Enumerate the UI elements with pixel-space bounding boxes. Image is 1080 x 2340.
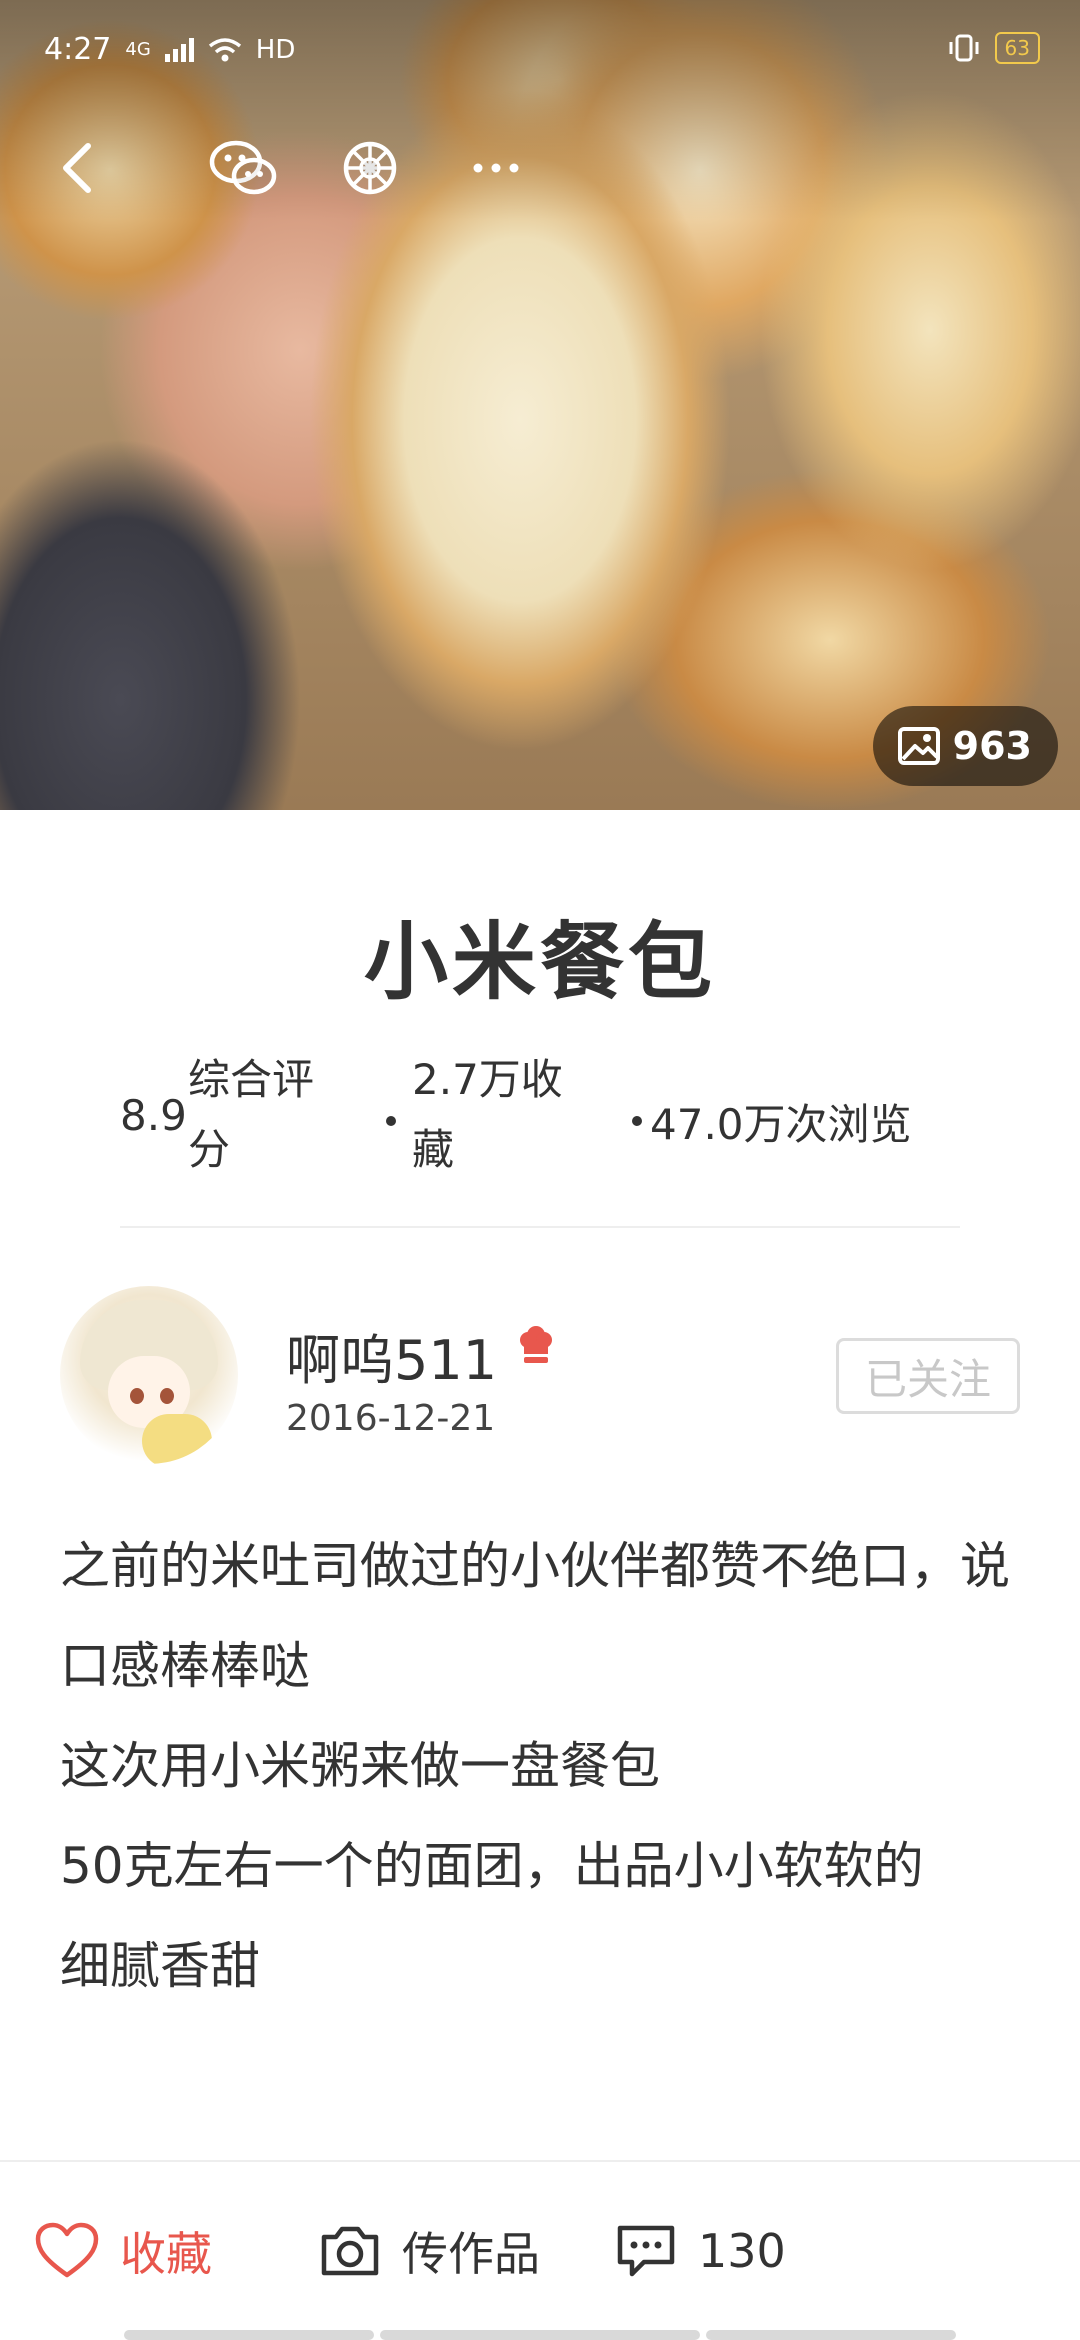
recipe-cover-photo[interactable]: 4:27 4G HD 63 963	[0, 0, 1080, 810]
more-options-button[interactable]	[448, 120, 544, 216]
hd-label: HD	[255, 34, 296, 65]
more-horizontal-icon	[473, 163, 519, 173]
section-divider	[120, 1226, 960, 1228]
wechat-icon	[209, 140, 277, 195]
photo-count-value: 963	[952, 724, 1032, 768]
photo-count-badge[interactable]: 963	[872, 706, 1058, 786]
rating-score: 8.9	[120, 1091, 187, 1140]
description-line: 这次用小米粥来做一盘餐包	[60, 1737, 660, 1795]
favorites-count: 2.7万收藏	[412, 1055, 563, 1174]
upload-work-button[interactable]: 传作品	[318, 2216, 540, 2286]
bottom-action-bar: 收藏 传作品 130	[0, 2160, 1080, 2340]
comment-count: 130	[698, 2224, 786, 2278]
author-avatar[interactable]	[60, 1286, 238, 1464]
share-wechat-button[interactable]	[195, 120, 291, 216]
favorite-button[interactable]: 收藏	[34, 2216, 212, 2286]
network-label: 4G	[125, 39, 151, 60]
stat-separator-dot	[632, 1116, 642, 1126]
description-line: 50克左右一个的面团，出品小小软软的	[60, 1837, 924, 1895]
moments-icon	[343, 141, 397, 195]
rating-label: 综合评分	[188, 1055, 315, 1174]
stat-separator-dot	[386, 1116, 396, 1126]
recipe-description: 之前的米吐司做过的小伙伴都赞不绝口，说口感棒棒哒 这次用小米粥来做一盘餐包 50…	[60, 1516, 1030, 2166]
image-icon	[897, 727, 940, 765]
top-navigation	[0, 120, 1080, 216]
status-time: 4:27	[44, 32, 112, 67]
follow-button[interactable]: 已关注	[836, 1338, 1020, 1414]
signal-icon	[164, 37, 194, 62]
share-moments-button[interactable]	[322, 120, 418, 216]
chevron-left-icon	[63, 143, 91, 193]
views-count: 47.0万次浏览	[650, 1100, 912, 1149]
wifi-icon	[208, 37, 241, 61]
recipe-title: 小米餐包	[363, 913, 716, 1011]
publish-date: 2016-12-21	[286, 1398, 496, 1439]
comment-icon	[617, 2225, 675, 2277]
description-line: 之前的米吐司做过的小伙伴都赞不绝口，说口感棒棒哒	[60, 1537, 1010, 1695]
battery-icon: 63	[994, 32, 1040, 64]
description-line: 细腻香甜	[60, 1937, 260, 1995]
upload-work-label: 传作品	[402, 2227, 540, 2281]
heart-icon	[35, 2222, 99, 2278]
home-indicator	[0, 2330, 1080, 2340]
comments-button[interactable]: 130	[614, 2216, 786, 2286]
recipe-stats: 8.9 综合评分 2.7万收藏 47.0万次浏览	[120, 1045, 960, 1185]
vibrate-icon	[949, 34, 979, 62]
camera-icon	[321, 2226, 379, 2276]
author-name[interactable]: 啊呜511	[286, 1316, 497, 1395]
status-bar: 4:27 4G HD 63	[0, 28, 1080, 80]
back-button[interactable]	[30, 120, 126, 216]
favorite-label: 收藏	[120, 2227, 212, 2281]
chef-hat-icon	[520, 1326, 552, 1363]
